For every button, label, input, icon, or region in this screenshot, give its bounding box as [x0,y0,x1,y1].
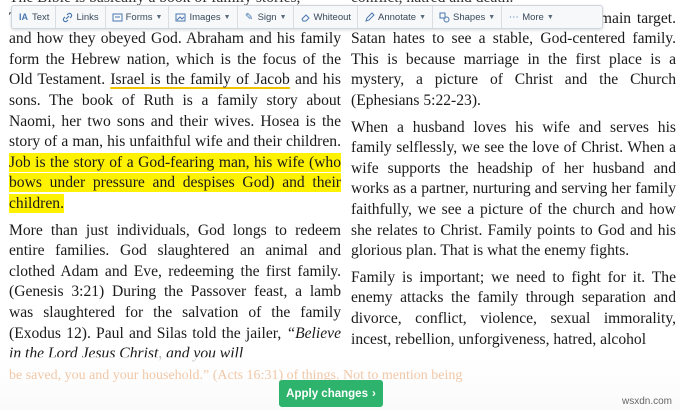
left-paragraph-2: More than just individuals, God longs to… [9,221,341,365]
eraser-icon [300,12,311,23]
caret-down-icon: ▼ [546,13,554,21]
ellipsis-icon: ⋯ [508,11,519,23]
caret-down-icon: ▼ [488,13,496,21]
document-left-column: The Bible is basically a book of family … [9,0,341,365]
toolbar-more-button[interactable]: ⋯ More ▼ [502,6,560,28]
toolbar-label: More [522,11,544,23]
form-icon [112,12,123,23]
watermark: wsxdn.com [621,396,672,407]
chevron-right-icon: › [371,387,376,400]
caret-down-icon: ▼ [223,13,231,21]
toolbar-label: Sign [257,11,277,23]
pen-icon: ✎ [244,11,254,23]
link-icon [62,12,73,23]
toolbar-label: Whiteout [313,11,352,23]
toolbar-annotate-button[interactable]: Annotate ▼ [358,6,434,28]
toolbar-label: Images [189,11,221,23]
annotate-icon [364,11,375,23]
toolbar-sign-button[interactable]: ✎ Sign ▼ [238,6,294,28]
toolbar-label: Links [76,11,99,23]
toolbar-label: Shapes [453,11,486,23]
highlighted-text[interactable]: Job is the story of a God-fearing man, h… [9,152,341,213]
toolbar-images-button[interactable]: Images ▼ [169,6,238,28]
left-paragraph-1: The great stories of the Bible tell us a… [9,9,341,215]
toolbar-label: Forms [125,11,153,23]
text-icon: IA [19,11,28,22]
toolbar-whiteout-button[interactable]: Whiteout [294,6,359,28]
apply-changes-button[interactable]: Apply changes › [279,380,383,407]
toolbar-shapes-button[interactable]: Shapes ▼ [433,6,503,28]
apply-changes-label: Apply changes [286,387,368,400]
image-icon [175,12,186,23]
toolbar-forms-button[interactable]: Forms ▼ [106,6,170,28]
shapes-icon [439,12,450,23]
caret-down-icon: ▼ [279,13,287,21]
document-right-column: conflict, hatred and death. We are at wa… [351,0,676,350]
toolbar-label: Text [32,11,50,23]
underlined-text[interactable]: Israel is the family of Jacob [110,71,289,88]
right-paragraph-3: Family is important; we need to fight fo… [351,268,676,348]
toolbar-links-button[interactable]: Links [56,6,106,28]
caret-down-icon: ▼ [155,13,163,21]
toolbar-label: Annotate [378,11,417,23]
caret-down-icon: ▼ [419,13,427,21]
editor-toolbar: IA Text Links Forms ▼ Images ▼ ✎ Sign ▼ … [11,5,603,29]
right-paragraph-2: When a husband loves his wife and serves… [351,118,676,260]
toolbar-text-button[interactable]: IA Text [12,6,57,28]
text-run: More than just individuals, God longs to… [9,221,341,342]
